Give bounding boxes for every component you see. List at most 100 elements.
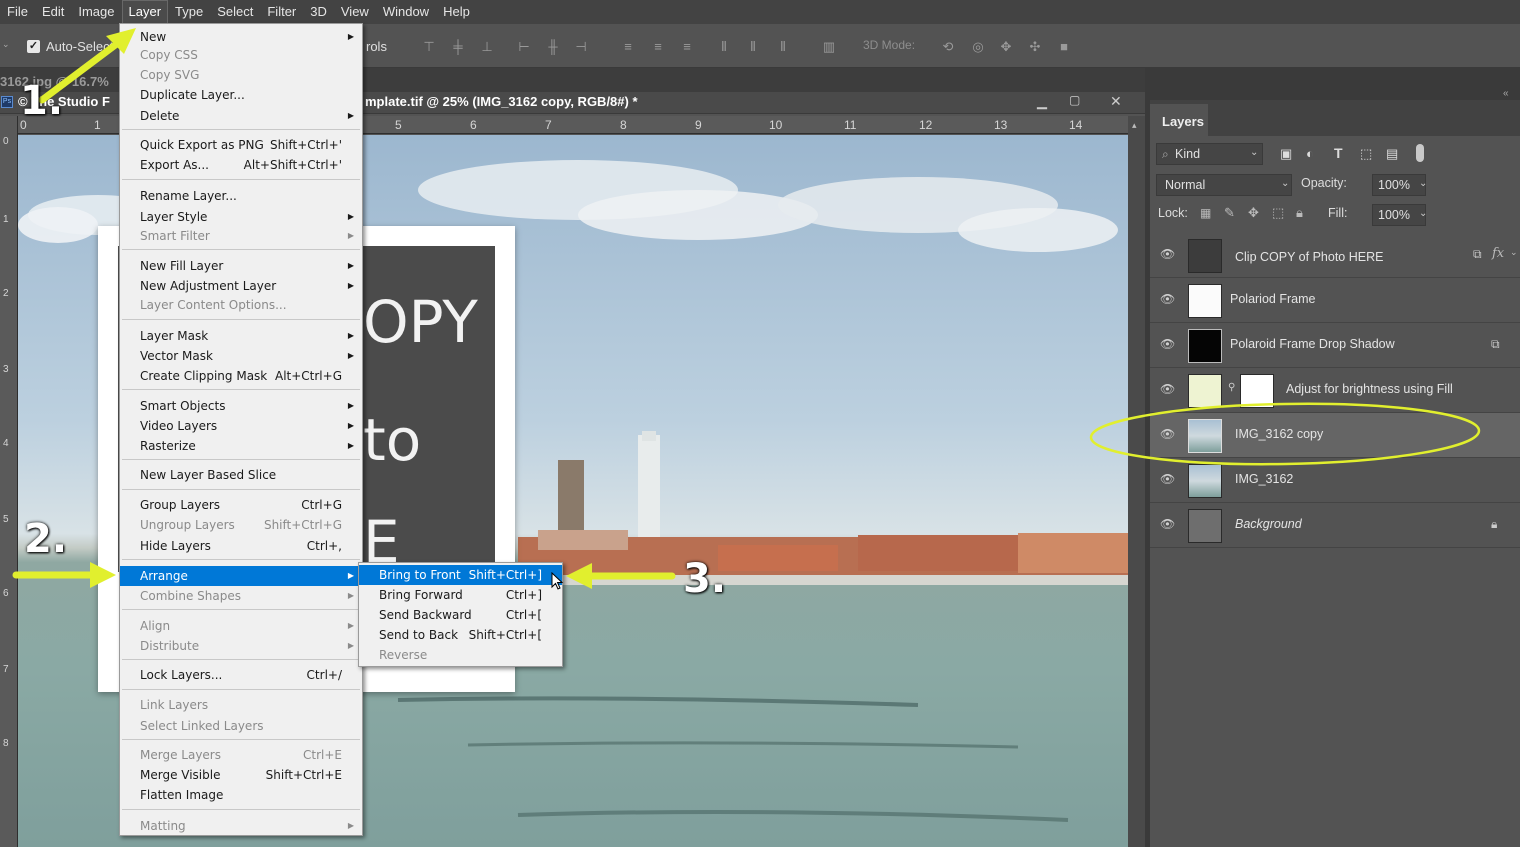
menu-item-send-to-back[interactable]: Send to Back Shift+Ctrl+[ xyxy=(359,625,562,645)
minimize-icon[interactable]: ▁ xyxy=(1037,94,1047,110)
chevron-down-icon[interactable]: ⌄ xyxy=(1510,247,1518,258)
layer-row[interactable]: 👁︎ Background 🔒︎ xyxy=(1150,503,1520,548)
collapse-panels-icon[interactable]: « xyxy=(1503,88,1509,99)
menu-type[interactable]: Type xyxy=(168,0,210,24)
menu-item-new-adjustment-layer[interactable]: New Adjustment Layer ▶ xyxy=(120,276,362,296)
menu-item-duplicate-layer[interactable]: Duplicate Layer... xyxy=(120,85,362,105)
menu-item-combine-shapes[interactable]: Combine Shapes ▶ xyxy=(120,586,362,606)
filter-toggle-icon[interactable] xyxy=(1416,144,1424,162)
layer-row[interactable]: 👁︎ IMG_3162 xyxy=(1150,458,1520,503)
distribute-hcenter-icon[interactable]: ⦀ xyxy=(745,40,761,54)
filter-smart-object-icon[interactable]: ▤ xyxy=(1386,146,1398,162)
3d-drag-icon[interactable]: ✥ xyxy=(998,40,1014,54)
fx-indicator[interactable]: fx xyxy=(1492,246,1504,261)
fill-input[interactable]: 100% ⌄ xyxy=(1372,204,1427,226)
layer-row[interactable]: 👁︎ IMG_3162 copy xyxy=(1150,413,1520,458)
auto-align-icon[interactable]: ▥ xyxy=(821,40,837,54)
menu-item-matting[interactable]: Matting ▶ xyxy=(120,816,362,836)
visibility-eye-icon[interactable]: 👁︎ xyxy=(1160,382,1175,396)
menu-item-merge-visible[interactable]: Merge Visible Shift+Ctrl+E xyxy=(120,765,362,785)
layer-row[interactable]: 👁︎ Polariod Frame xyxy=(1150,278,1520,323)
distribute-vcenter-icon[interactable]: ≡ xyxy=(650,40,666,54)
lock-artboard-icon[interactable]: ⬚ xyxy=(1272,205,1284,221)
filter-type-icon[interactable]: T xyxy=(1334,145,1343,161)
3d-scale-icon[interactable]: ■ xyxy=(1056,40,1072,54)
align-top-icon[interactable]: ⊤ xyxy=(421,40,437,54)
menu-item-distribute[interactable]: Distribute ▶ xyxy=(120,636,362,656)
distribute-left-icon[interactable]: ⦀ xyxy=(716,40,732,54)
menu-item-flatten-image[interactable]: Flatten Image xyxy=(120,785,362,805)
3d-slide-icon[interactable]: ✣ xyxy=(1027,40,1043,54)
menu-item-layer-mask[interactable]: Layer Mask ▶ xyxy=(120,326,362,346)
tool-preset-chevron-icon[interactable]: ⌄ xyxy=(2,39,10,50)
blend-mode-select[interactable]: Normal ⌄ xyxy=(1156,174,1292,196)
visibility-eye-icon[interactable]: 👁︎ xyxy=(1160,517,1175,531)
visibility-eye-icon[interactable]: 👁︎ xyxy=(1160,472,1175,486)
align-vcenter-icon[interactable]: ╪ xyxy=(450,40,466,54)
menu-filter[interactable]: Filter xyxy=(260,0,303,24)
opacity-input[interactable]: 100% ⌄ xyxy=(1372,174,1427,196)
menu-window[interactable]: Window xyxy=(376,0,436,24)
menu-item-copy-css[interactable]: Copy CSS xyxy=(120,45,362,65)
maximize-icon[interactable]: ▢ xyxy=(1069,93,1080,107)
filter-kind-select[interactable]: ⌕ Kind ⌄ xyxy=(1156,143,1263,165)
lock-image-pixels-icon[interactable]: ✎ xyxy=(1224,205,1235,221)
menu-item-arrange[interactable]: Arrange ▶ xyxy=(120,566,362,586)
menu-item-bring-to-front[interactable]: Bring to Front Shift+Ctrl+] xyxy=(359,565,562,585)
menu-help[interactable]: Help xyxy=(436,0,477,24)
distribute-top-icon[interactable]: ≡ xyxy=(620,40,636,54)
menu-item-new-fill-layer[interactable]: New Fill Layer ▶ xyxy=(120,256,362,276)
menu-item-video-layers[interactable]: Video Layers ▶ xyxy=(120,416,362,436)
menu-item-link-layers[interactable]: Link Layers xyxy=(120,695,362,715)
menu-item-smart-objects[interactable]: Smart Objects ▶ xyxy=(120,396,362,416)
menu-item-export-as[interactable]: Export As... Alt+Shift+Ctrl+' xyxy=(120,155,362,175)
3d-rotate-icon[interactable]: ⟲ xyxy=(940,40,956,54)
align-bottom-icon[interactable]: ⊥ xyxy=(479,40,495,54)
menu-item-align[interactable]: Align ▶ xyxy=(120,616,362,636)
align-right-icon[interactable]: ⊣ xyxy=(573,40,589,54)
layer-mask-thumbnail[interactable] xyxy=(1240,374,1274,408)
lock-position-icon[interactable]: ✥ xyxy=(1248,205,1259,221)
link-icon[interactable]: ⚲ xyxy=(1228,382,1235,393)
3d-roll-icon[interactable]: ◎ xyxy=(970,40,986,54)
lock-icon[interactable]: 🔒︎ xyxy=(1491,517,1497,532)
menu-item-merge-layers[interactable]: Merge Layers Ctrl+E xyxy=(120,745,362,765)
menu-select[interactable]: Select xyxy=(210,0,260,24)
menu-item-quick-export[interactable]: Quick Export as PNG Shift+Ctrl+' xyxy=(120,135,362,155)
menu-layer[interactable]: Layer xyxy=(121,0,169,24)
menu-item-smart-filter[interactable]: Smart Filter ▶ xyxy=(120,226,362,246)
menu-item-bring-forward[interactable]: Bring Forward Ctrl+] xyxy=(359,585,562,605)
menu-item-delete[interactable]: Delete ▶ xyxy=(120,106,362,126)
menu-item-select-linked-layers[interactable]: Select Linked Layers xyxy=(120,716,362,736)
menu-file[interactable]: File xyxy=(0,0,35,24)
lock-transparency-icon[interactable]: ▦ xyxy=(1200,206,1211,220)
menu-item-lock-layers[interactable]: Lock Layers... Ctrl+/ xyxy=(120,665,362,685)
menu-item-reverse[interactable]: Reverse xyxy=(359,645,562,665)
filter-pixel-icon[interactable]: ▣ xyxy=(1280,146,1292,162)
menu-item-vector-mask[interactable]: Vector Mask ▶ xyxy=(120,346,362,366)
layer-row[interactable]: 👁︎ Polaroid Frame Drop Shadow ⧉ xyxy=(1150,323,1520,368)
layer-row[interactable]: 👁︎ Clip COPY of Photo HERE ⧉ fx ⌄ xyxy=(1150,233,1520,278)
menu-item-send-backward[interactable]: Send Backward Ctrl+[ xyxy=(359,605,562,625)
menu-item-create-clipping-mask[interactable]: Create Clipping Mask Alt+Ctrl+G xyxy=(120,366,362,386)
scroll-up-icon[interactable]: ▴ xyxy=(1132,120,1137,131)
menu-item-copy-svg[interactable]: Copy SVG xyxy=(120,65,362,85)
menu-view[interactable]: View xyxy=(334,0,376,24)
align-left-icon[interactable]: ⊢ xyxy=(516,40,532,54)
menu-item-group-layers[interactable]: Group Layers Ctrl+G xyxy=(120,495,362,515)
layers-tab[interactable]: Layers xyxy=(1150,104,1208,136)
visibility-eye-icon[interactable]: 👁︎ xyxy=(1160,292,1175,306)
menu-image[interactable]: Image xyxy=(71,0,121,24)
visibility-eye-icon[interactable]: 👁︎ xyxy=(1160,427,1175,441)
layer-row[interactable]: 👁︎ ⚲ Adjust for brightness using Fill xyxy=(1150,368,1520,413)
menu-item-rename-layer[interactable]: Rename Layer... xyxy=(120,186,362,206)
close-icon[interactable]: ✕ xyxy=(1110,93,1122,110)
auto-select-checkbox[interactable]: ✓ xyxy=(27,40,40,53)
menu-item-ungroup-layers[interactable]: Ungroup Layers Shift+Ctrl+G xyxy=(120,515,362,535)
visibility-eye-icon[interactable]: 👁︎ xyxy=(1160,247,1175,261)
menu-item-layer-content-options[interactable]: Layer Content Options... xyxy=(120,295,362,315)
menu-item-new-layer-based-slice[interactable]: New Layer Based Slice xyxy=(120,465,362,485)
menu-item-new[interactable]: New ▶ xyxy=(120,27,362,47)
menu-item-rasterize[interactable]: Rasterize ▶ xyxy=(120,436,362,456)
menu-item-hide-layers[interactable]: Hide Layers Ctrl+, xyxy=(120,536,362,556)
